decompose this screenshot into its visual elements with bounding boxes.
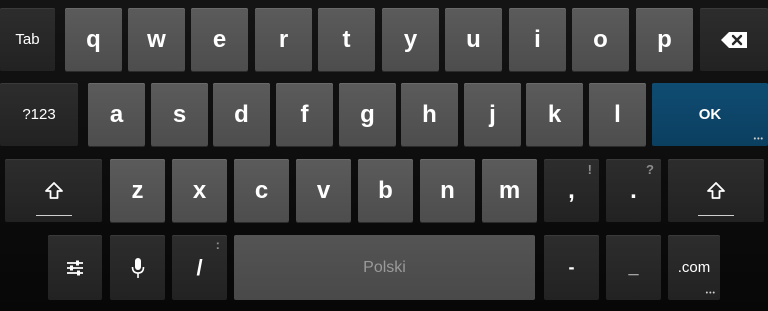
key-m[interactable]: m bbox=[482, 159, 537, 222]
key-r[interactable]: r bbox=[255, 8, 312, 71]
key-u[interactable]: u bbox=[445, 8, 502, 71]
key-h[interactable]: h bbox=[401, 83, 458, 146]
shift-icon bbox=[706, 181, 726, 201]
key-g[interactable]: g bbox=[339, 83, 396, 146]
key-j[interactable]: j bbox=[464, 83, 521, 146]
key-z[interactable]: z bbox=[110, 159, 165, 222]
slash-label: / bbox=[196, 254, 203, 280]
soft-keyboard: Tab q w e r t y u i o p ?123 a s d f g h… bbox=[0, 0, 768, 311]
period-key[interactable]: . ? bbox=[606, 159, 661, 222]
backspace-icon bbox=[721, 31, 747, 48]
key-t[interactable]: t bbox=[318, 8, 375, 71]
symbols-key[interactable]: ?123 bbox=[0, 83, 78, 146]
dash-key[interactable]: - bbox=[544, 235, 599, 300]
slash-hint: : bbox=[215, 237, 220, 252]
key-v[interactable]: v bbox=[296, 159, 351, 222]
comma-label: , bbox=[568, 176, 575, 204]
tab-key[interactable]: Tab bbox=[0, 8, 55, 71]
settings-sliders-icon bbox=[66, 260, 84, 276]
key-w[interactable]: w bbox=[128, 8, 185, 71]
key-p[interactable]: p bbox=[636, 8, 693, 71]
shift-icon bbox=[44, 181, 64, 201]
shift-state-bar bbox=[35, 215, 72, 216]
voice-input-key[interactable] bbox=[110, 235, 165, 300]
key-c[interactable]: c bbox=[234, 159, 289, 222]
key-x[interactable]: x bbox=[172, 159, 227, 222]
key-e[interactable]: e bbox=[191, 8, 248, 71]
key-a[interactable]: a bbox=[88, 83, 145, 146]
shift-key-right[interactable] bbox=[668, 159, 764, 222]
key-b[interactable]: b bbox=[358, 159, 413, 222]
slash-key[interactable]: / : bbox=[172, 235, 227, 300]
key-d[interactable]: d bbox=[213, 83, 270, 146]
key-l[interactable]: l bbox=[589, 83, 646, 146]
more-keys-indicator: ••• bbox=[705, 290, 716, 297]
underscore-key[interactable]: _ bbox=[606, 235, 661, 300]
dotcom-key[interactable]: .com ••• bbox=[668, 235, 720, 300]
period-label: . bbox=[630, 176, 637, 204]
ok-key[interactable]: OK ••• bbox=[652, 83, 768, 146]
comma-key[interactable]: , ! bbox=[544, 159, 599, 222]
more-keys-indicator: ••• bbox=[753, 136, 764, 143]
key-y[interactable]: y bbox=[382, 8, 439, 71]
space-key[interactable]: Polski bbox=[234, 235, 535, 300]
dotcom-label: .com bbox=[677, 259, 711, 276]
key-o[interactable]: o bbox=[572, 8, 629, 71]
shift-key-left[interactable] bbox=[5, 159, 102, 222]
ok-label: OK bbox=[698, 106, 722, 123]
settings-key[interactable] bbox=[48, 235, 102, 300]
key-n[interactable]: n bbox=[420, 159, 475, 222]
key-i[interactable]: i bbox=[509, 8, 566, 71]
key-f[interactable]: f bbox=[276, 83, 333, 146]
shift-state-bar bbox=[698, 215, 734, 216]
key-s[interactable]: s bbox=[151, 83, 208, 146]
comma-hint: ! bbox=[587, 162, 592, 177]
backspace-key[interactable] bbox=[700, 8, 768, 71]
period-hint: ? bbox=[646, 162, 654, 177]
key-k[interactable]: k bbox=[526, 83, 583, 146]
microphone-icon bbox=[131, 257, 145, 279]
key-q[interactable]: q bbox=[65, 8, 122, 71]
